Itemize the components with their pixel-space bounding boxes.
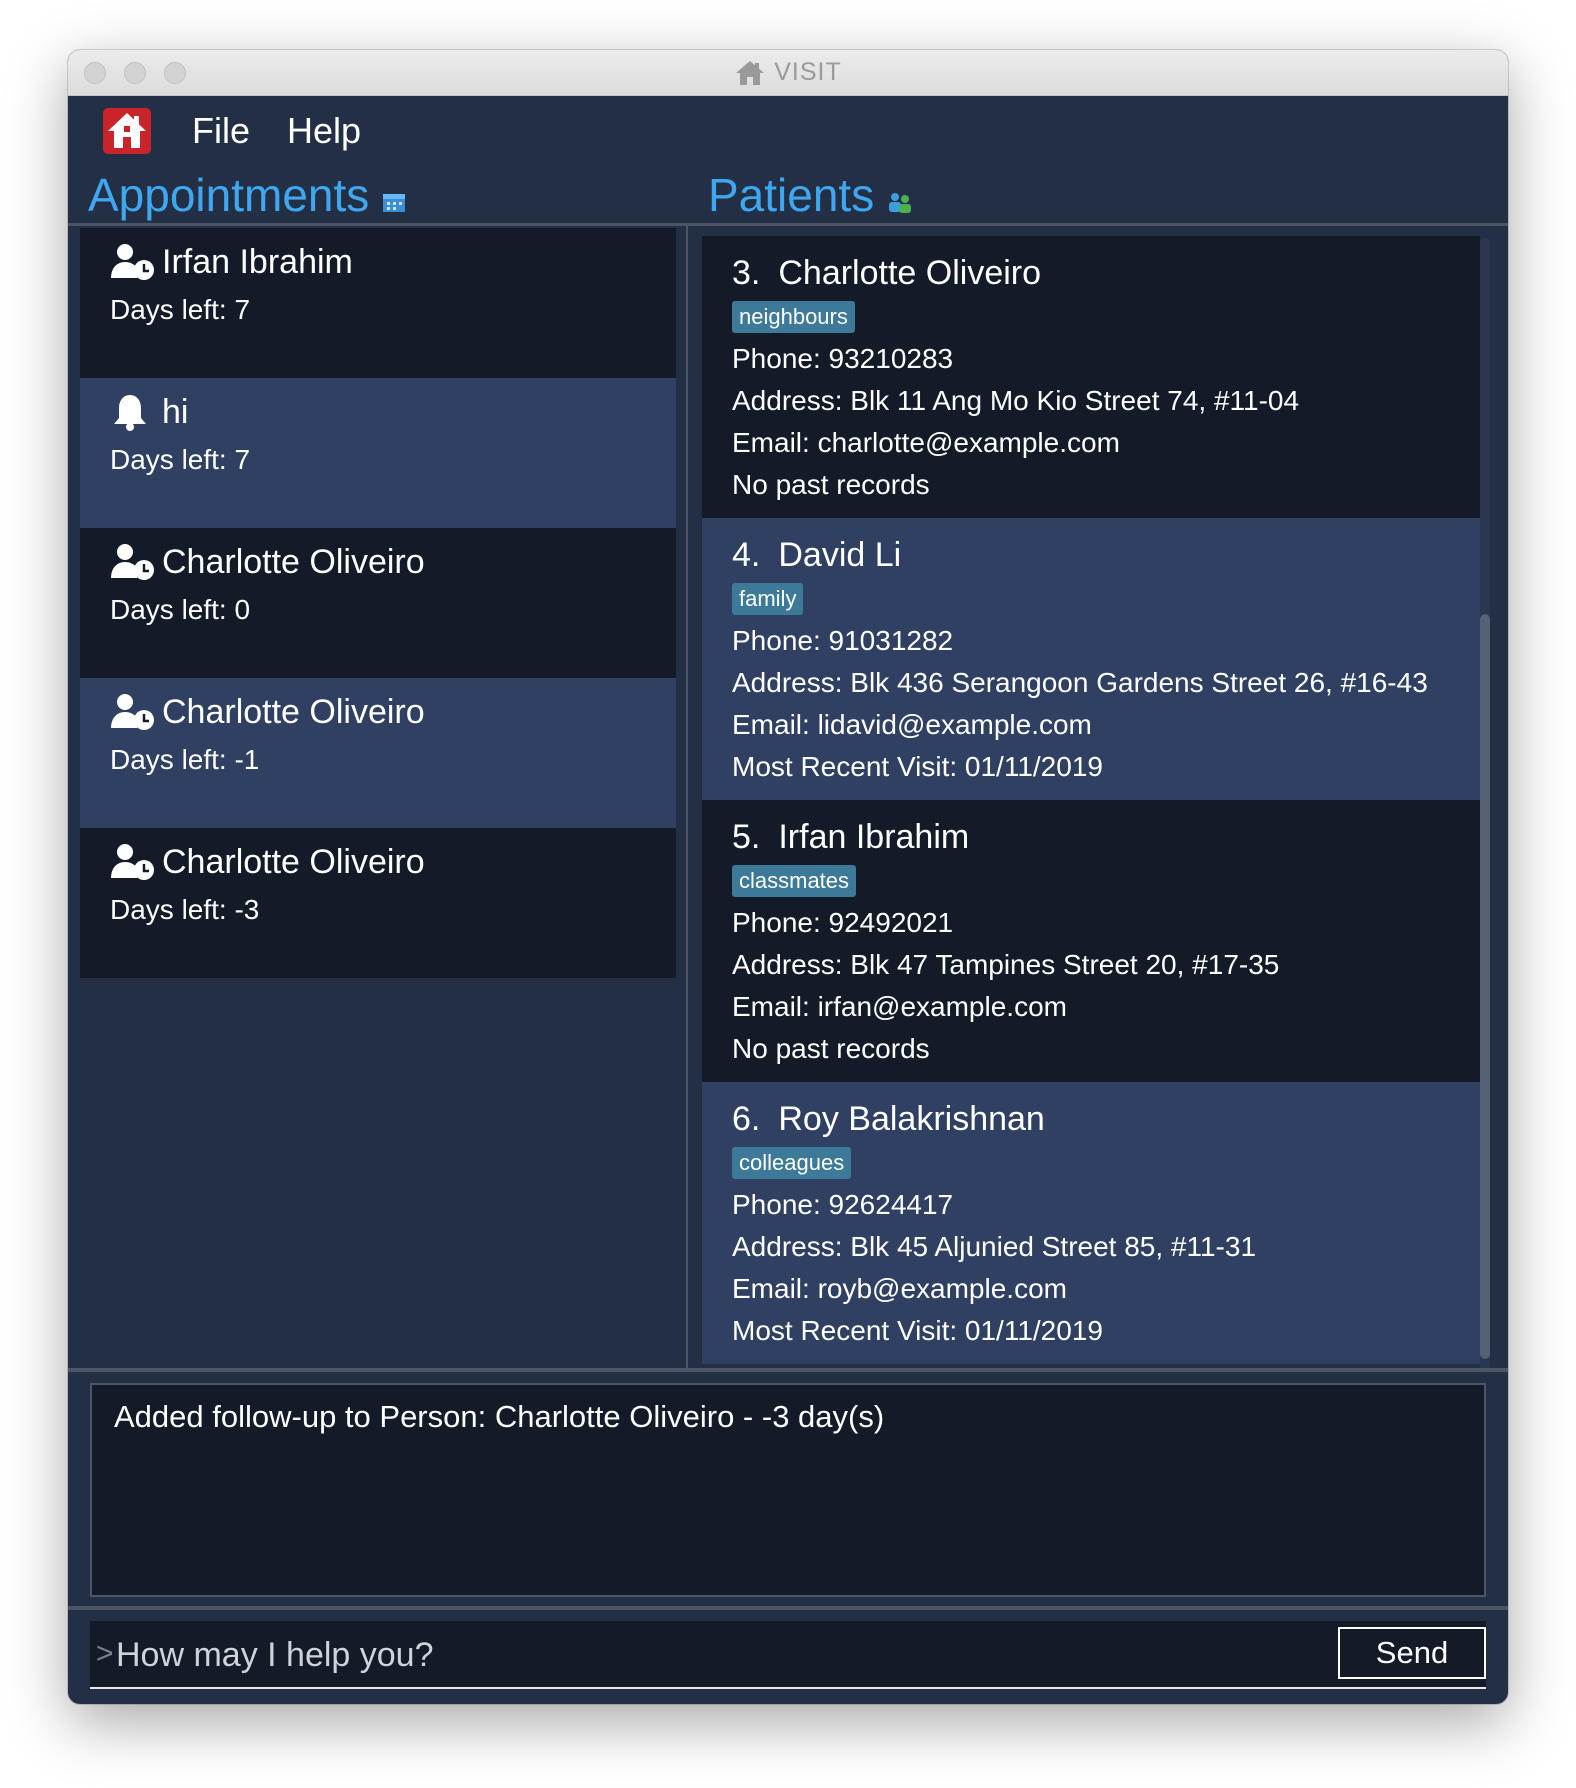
- patient-email: Email: irfan@example.com: [732, 991, 1067, 1022]
- patient-email: Email: charlotte@example.com: [732, 427, 1120, 458]
- user-clock-icon: [110, 242, 156, 282]
- appointment-days-left: Days left: 0: [110, 594, 251, 625]
- patient-name: Roy Balakrishnan: [778, 1100, 1045, 1138]
- patient-address: Address: Blk 11 Ang Mo Kio Street 74, #1…: [732, 385, 1300, 416]
- appointment-name: Irfan Ibrahim: [162, 242, 353, 281]
- appointment-name: Charlotte Oliveiro: [162, 692, 425, 731]
- appointment-card[interactable]: Charlotte Oliveiro Days left: -1: [80, 678, 676, 828]
- appointment-days-left: Days left: -3: [110, 894, 260, 925]
- home-icon: [108, 113, 146, 148]
- home-icon: [736, 60, 765, 85]
- people-icon: [889, 193, 911, 213]
- appointment-header: Charlotte Oliveiro: [110, 842, 676, 882]
- patient-name: Irfan Ibrahim: [778, 818, 970, 856]
- send-button[interactable]: Send: [1338, 1627, 1486, 1679]
- patient-phone: Phone: 93210283: [732, 343, 954, 374]
- patient-index: 3.: [732, 254, 761, 292]
- patient-name-row: 3. Charlotte Oliveiro: [732, 254, 1480, 293]
- patient-email: Email: royb@example.com: [732, 1273, 1067, 1304]
- appointment-name: hi: [162, 392, 189, 431]
- appointment-card[interactable]: Irfan Ibrahim Days left: 7: [80, 228, 676, 378]
- patient-address: Address: Blk 45 Aljunied Street 85, #11-…: [732, 1231, 1257, 1262]
- command-box: > Send: [90, 1621, 1486, 1689]
- patient-card[interactable]: 4. David Li family Phone: 91031282 Address: …: [702, 518, 1480, 800]
- bell-icon: [110, 392, 156, 432]
- appointments-title-label: Appointments: [88, 169, 370, 221]
- appointment-name: Charlotte Oliveiro: [162, 542, 425, 581]
- appointment-days-left: Days left: 7: [110, 444, 251, 475]
- menu-help[interactable]: Help: [287, 110, 361, 152]
- app-window: VISIT File Help Appointments Patients Ir…: [68, 50, 1508, 1704]
- patient-address: Address: Blk 47 Tampines Street 20, #17-…: [732, 949, 1280, 980]
- patient-name-row: 6. Roy Balakrishnan: [732, 1100, 1480, 1139]
- patient-tag: family: [732, 583, 804, 615]
- appointment-header: Charlotte Oliveiro: [110, 542, 676, 582]
- patient-record: No past records: [732, 469, 930, 500]
- appointment-header: Irfan Ibrahim: [110, 242, 676, 282]
- patient-card[interactable]: 3. Charlotte Oliveiro neighbours Phone: 932…: [702, 236, 1480, 518]
- result-text: Added follow-up to Person: Charlotte Oli…: [114, 1399, 885, 1434]
- user-clock-icon: [110, 842, 156, 882]
- command-divider: [68, 1606, 1508, 1610]
- patient-record: Most Recent Visit: 01/11/2019: [732, 1315, 1103, 1346]
- patient-record: No past records: [732, 1033, 930, 1064]
- appointment-card[interactable]: Charlotte Oliveiro Days left: 0: [80, 528, 676, 678]
- patient-tag: neighbours: [732, 301, 855, 333]
- user-clock-icon: [110, 542, 156, 582]
- patients-scrollbar[interactable]: [1480, 238, 1490, 1373]
- patient-phone: Phone: 92624417: [732, 1189, 954, 1220]
- appointment-days-left: Days left: -1: [110, 744, 260, 775]
- patient-tag: classmates: [732, 865, 857, 897]
- patient-card[interactable]: 5. Irfan Ibrahim classmates Phone: 92492021…: [702, 800, 1480, 1082]
- appointment-card[interactable]: Charlotte Oliveiro Days left: -3: [80, 828, 676, 978]
- result-divider: [68, 1368, 1508, 1372]
- window-title-group: VISIT: [68, 50, 1508, 95]
- calendar-icon: [383, 194, 406, 212]
- patient-address: Address: Blk 436 Serangoon Gardens Stree…: [732, 667, 1428, 698]
- patients-title: Patients: [708, 168, 913, 222]
- patients-list[interactable]: 3. Charlotte Oliveiro neighbours Phone: 932…: [702, 236, 1480, 1364]
- appointments-title: Appointments: [88, 168, 406, 222]
- patients-title-label: Patients: [708, 169, 875, 221]
- patient-name: Charlotte Oliveiro: [778, 254, 1042, 292]
- appointment-header: hi: [110, 392, 676, 432]
- patient-name-row: 5. Irfan Ibrahim: [732, 818, 1480, 857]
- title-bar: VISIT: [68, 50, 1508, 96]
- result-display: Added follow-up to Person: Charlotte Oli…: [90, 1383, 1486, 1597]
- app-logo: [103, 108, 151, 154]
- appointment-name: Charlotte Oliveiro: [162, 842, 425, 881]
- patient-email: Email: lidavid@example.com: [732, 709, 1092, 740]
- patient-phone: Phone: 92492021: [732, 907, 954, 938]
- user-clock-icon: [110, 692, 156, 732]
- patients-scroll-thumb[interactable]: [1480, 614, 1490, 1359]
- patient-index: 6.: [732, 1100, 761, 1138]
- appointment-card[interactable]: hi Days left: 7: [80, 378, 676, 528]
- patient-phone: Phone: 91031282: [732, 625, 954, 656]
- appointments-list[interactable]: Irfan Ibrahim Days left: 7 hi Days left: 7 C…: [80, 228, 676, 978]
- patient-index: 5.: [732, 818, 761, 856]
- patient-name-row: 4. David Li: [732, 536, 1480, 575]
- appointment-header: Charlotte Oliveiro: [110, 692, 676, 732]
- menu-file[interactable]: File: [192, 110, 250, 152]
- command-prompt: >: [96, 1637, 114, 1670]
- patient-tag: colleagues: [732, 1147, 852, 1179]
- patient-record: Most Recent Visit: 01/11/2019: [732, 751, 1103, 782]
- window-title: VISIT: [774, 58, 842, 86]
- patient-index: 4.: [732, 536, 761, 574]
- patient-name: David Li: [778, 536, 902, 574]
- menu-bar: File Help: [68, 96, 1508, 164]
- appointment-days-left: Days left: 7: [110, 294, 251, 325]
- patients-panel[interactable]: 3. Charlotte Oliveiro neighbours Phone: 932…: [690, 226, 1508, 1373]
- appointments-panel[interactable]: Irfan Ibrahim Days left: 7 hi Days left: 7 C…: [68, 226, 688, 1370]
- command-input[interactable]: [116, 1629, 1166, 1681]
- patient-card[interactable]: 6. Roy Balakrishnan colleagues Phone: 92624…: [702, 1082, 1480, 1364]
